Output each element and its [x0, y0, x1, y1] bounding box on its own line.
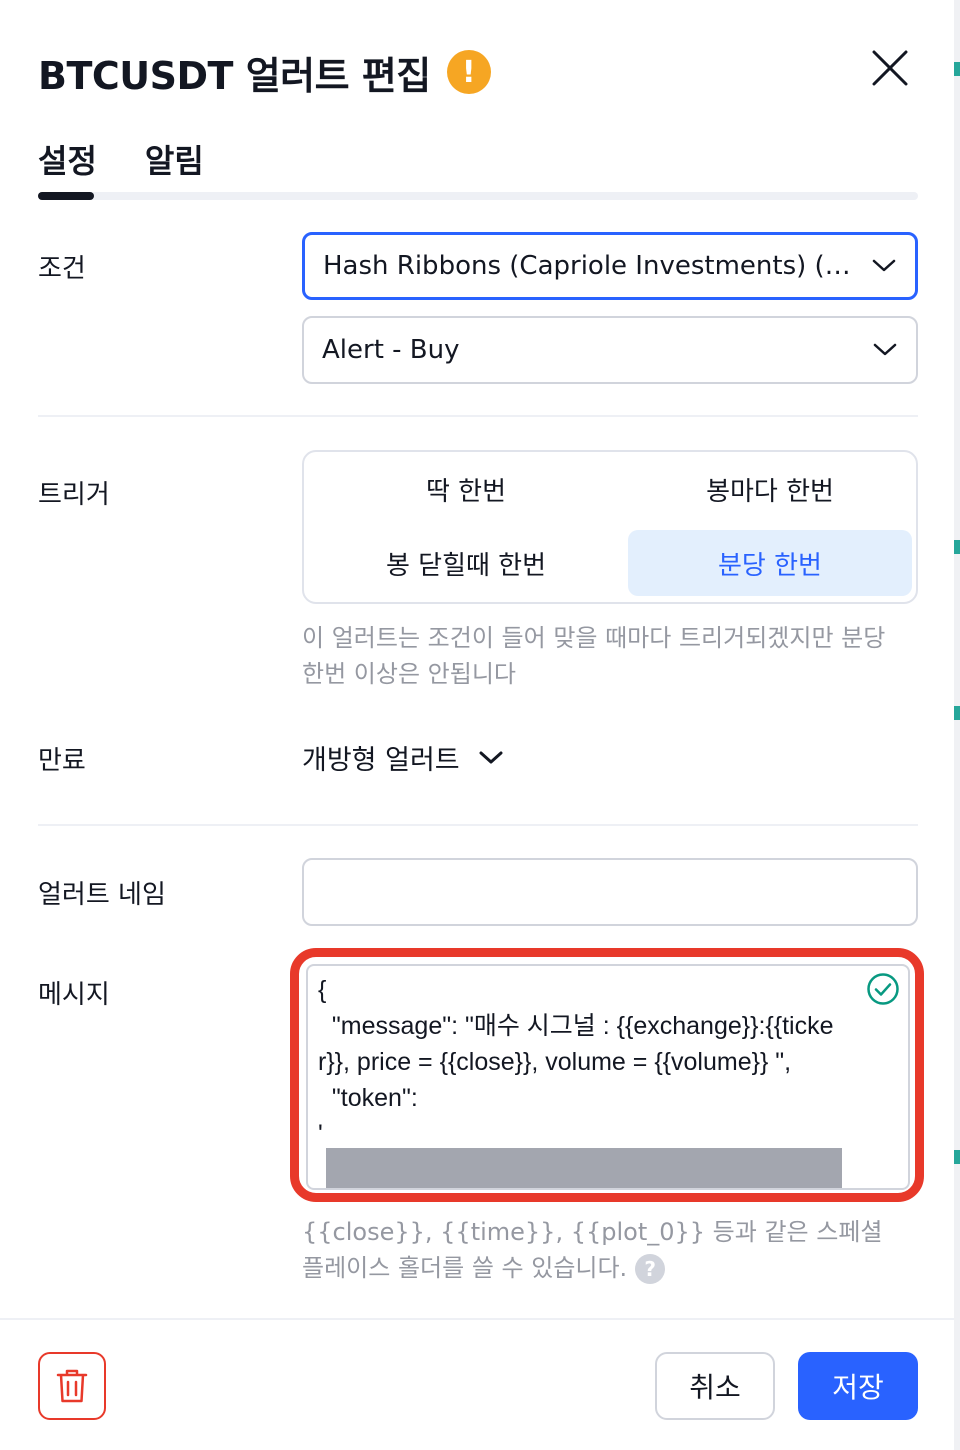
section-divider	[38, 824, 918, 826]
background-chart-candle	[954, 62, 960, 76]
trigger-options: 딱 한번 봉마다 한번 봉 닫힐때 한번 분당 한번	[302, 450, 918, 604]
expiry-dropdown[interactable]: 개방형 얼러트	[302, 738, 504, 777]
delete-alert-button[interactable]	[38, 1352, 106, 1420]
check-circle-icon	[867, 973, 899, 1005]
trigger-option-once-per-minute[interactable]: 분당 한번	[628, 530, 912, 596]
tab-notifications[interactable]: 알림	[145, 136, 204, 186]
expiry-value: 개방형 얼러트	[302, 745, 460, 776]
tab-settings[interactable]: 설정	[38, 136, 97, 186]
trigger-option-once-per-bar-close[interactable]: 봉 닫힐때 한번	[324, 530, 608, 596]
background-chart-candle	[954, 1150, 960, 1164]
dialog-title: BTCUSDT 얼러트 편집	[38, 53, 431, 98]
background-chart-candle	[954, 706, 960, 720]
message-hint: {{close}}, {{time}}, {{plot_0}} 등과 같은 스페…	[302, 1214, 912, 1286]
save-button[interactable]: 저장	[798, 1352, 918, 1420]
condition-alert-value: Alert - Buy	[322, 335, 460, 365]
trigger-option-once-per-bar[interactable]: 봉마다 한번	[628, 456, 912, 522]
background-chart-edge	[954, 0, 960, 1450]
condition-alert-select[interactable]: Alert - Buy	[302, 316, 918, 384]
expiry-label: 만료	[38, 746, 86, 776]
trigger-hint: 이 얼러트는 조건이 들어 맞을 때마다 트리거되겠지만 분당 한번 이상은 안…	[302, 624, 886, 688]
trigger-option-once[interactable]: 딱 한번	[324, 456, 608, 522]
message-hint-text: {{close}}, {{time}}, {{plot_0}} 등과 같은 스페…	[302, 1218, 883, 1282]
message-label: 메시지	[38, 980, 110, 1010]
warning-icon[interactable]: !	[446, 50, 491, 94]
edit-alert-dialog: BTCUSDT 얼러트 편집 ! 설정 알림 조건 Hash Ribbons (…	[0, 0, 960, 1450]
chevron-down-icon	[479, 751, 503, 763]
help-icon[interactable]: ?	[635, 1254, 666, 1284]
chevron-down-icon	[872, 259, 896, 272]
cancel-button[interactable]: 취소	[655, 1352, 775, 1420]
condition-indicator-value: Hash Ribbons (Capriole Investments) (R..…	[323, 251, 859, 281]
close-icon	[872, 50, 908, 86]
tab-bar: 설정 알림	[38, 136, 252, 186]
alert-name-label: 얼러트 네임	[38, 880, 166, 910]
redacted-token	[326, 1148, 842, 1188]
active-tab-indicator	[38, 192, 94, 200]
trigger-label: 트리거	[38, 480, 110, 510]
chevron-down-icon	[873, 343, 897, 356]
tab-track	[38, 192, 918, 200]
alert-name-input[interactable]	[302, 858, 918, 926]
trash-icon	[56, 1369, 88, 1403]
condition-indicator-select[interactable]: Hash Ribbons (Capriole Investments) (R..…	[302, 232, 918, 300]
close-button[interactable]	[868, 46, 912, 90]
background-chart-candle	[954, 540, 960, 554]
section-divider	[38, 415, 918, 417]
condition-label: 조건	[38, 254, 86, 284]
footer-divider	[0, 1318, 960, 1320]
dialog-header: BTCUSDT 얼러트 편집 !	[38, 44, 491, 100]
